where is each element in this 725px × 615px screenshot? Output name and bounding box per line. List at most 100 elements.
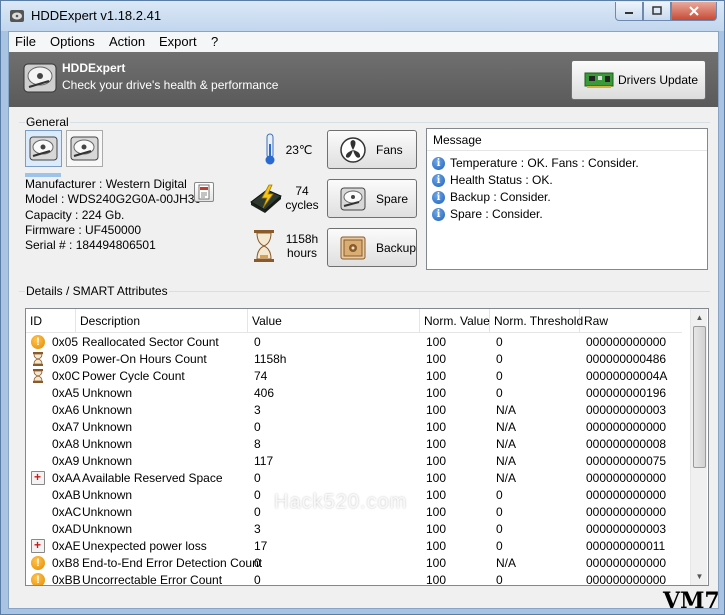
warning-icon: ! <box>31 556 45 570</box>
column-value[interactable]: Value <box>248 309 420 333</box>
fans-button[interactable]: Fans <box>327 130 417 169</box>
cell-norm-value: 100 <box>426 539 447 553</box>
cell-description: Unknown <box>82 437 133 451</box>
table-row[interactable]: ! 0xB8 End-to-End Error Detection Count 0 10… <box>26 555 682 572</box>
table-row[interactable]: 0x09 Power-On Hours Count 1158h 100 0 0000000… <box>26 351 682 368</box>
cell-value: 8 <box>254 437 261 451</box>
cell-norm-threshold: N/A <box>496 437 517 451</box>
spare-button[interactable]: Spare <box>327 179 417 218</box>
table-row[interactable]: 0xA5 Unknown 406 100 0 000000000196 <box>26 385 682 402</box>
minimize-button[interactable] <box>615 2 643 21</box>
menu-action[interactable]: Action <box>109 34 145 49</box>
hours-unit: hours <box>286 246 318 260</box>
title-bar[interactable]: HDDExpert v1.18.2.41 <box>1 1 724 31</box>
vertical-scrollbar[interactable]: ▲ ▼ <box>690 309 707 585</box>
window-title: HDDExpert v1.18.2.41 <box>31 8 162 23</box>
column-norm-threshold[interactable]: Norm. Threshold <box>490 309 583 333</box>
cell-raw: 000000000196 <box>586 386 667 400</box>
table-row[interactable]: 0xAD Unknown 3 100 0 000000000003 <box>26 521 682 538</box>
report-button[interactable] <box>194 182 214 202</box>
header-banner: HDDExpert Check your drive's health & pe… <box>9 52 718 107</box>
cell-norm-value: 100 <box>426 335 447 349</box>
close-icon <box>689 6 699 16</box>
hard-drive-icon <box>70 136 99 161</box>
menu-file[interactable]: File <box>15 34 36 49</box>
table-row[interactable]: 0xA9 Unknown 117 100 N/A 000000000075 <box>26 453 682 470</box>
cell-norm-threshold: N/A <box>496 454 517 468</box>
cell-raw: 000000000000 <box>586 471 667 485</box>
scroll-down-arrow-icon[interactable]: ▼ <box>691 568 708 585</box>
table-row[interactable]: 0xAAAvailable Reserved Space 0 100 N/A 00000… <box>26 470 682 487</box>
cell-norm-threshold: 0 <box>496 369 503 383</box>
cell-value: 0 <box>254 556 261 570</box>
maximize-button[interactable] <box>643 2 671 21</box>
table-row[interactable]: 0xAEUnexpected power loss171000000000000… <box>26 538 682 555</box>
disk-select-1[interactable] <box>25 130 62 167</box>
backup-label: Backup <box>376 241 417 255</box>
first-aid-kit-icon <box>31 470 45 485</box>
drivers-update-button[interactable]: Drivers Update <box>571 60 706 100</box>
message-item[interactable]: i Temperature : OK. Fans : Consider. <box>432 155 639 171</box>
cell-norm-value: 100 <box>426 403 447 417</box>
cell-id: 0xA9 <box>52 454 80 468</box>
table-row[interactable]: ! 0x05 Reallocated Sector Count 0 100 0 000000… <box>26 334 682 351</box>
message-item[interactable]: i Health Status : OK. <box>432 172 553 188</box>
power-cycles-icon <box>250 184 282 213</box>
menu-help[interactable]: ? <box>211 34 218 49</box>
general-group-label: General <box>25 115 70 129</box>
cell-norm-value: 100 <box>426 386 447 400</box>
menu-export[interactable]: Export <box>159 34 197 49</box>
info-icon: i <box>432 173 445 187</box>
column-id[interactable]: ID <box>26 309 76 333</box>
cell-raw: 000000000000 <box>586 573 667 586</box>
general-group-line <box>19 122 710 123</box>
hours-value: 1158h <box>285 232 319 246</box>
column-norm-value[interactable]: Norm. Value <box>420 309 490 333</box>
cell-norm-threshold: N/A <box>496 420 517 434</box>
cell-description: Unknown <box>82 505 133 519</box>
cell-norm-value: 100 <box>426 505 447 519</box>
info-icon: i <box>432 207 445 221</box>
cell-norm-value: 100 <box>426 369 447 383</box>
cell-raw: 000000000000 <box>586 335 667 349</box>
close-button[interactable] <box>671 2 717 21</box>
safe-icon <box>340 236 366 260</box>
warning-icon: ! <box>31 573 45 585</box>
cell-id: 0xA5 <box>52 386 80 400</box>
scroll-thumb[interactable] <box>693 326 706 468</box>
cell-description: Unknown <box>82 454 133 468</box>
cell-value: 0 <box>254 420 261 434</box>
disk-select-2[interactable] <box>66 130 103 167</box>
cell-norm-threshold: N/A <box>496 556 517 570</box>
temperature-value: 23℃ <box>285 143 313 157</box>
hourglass-icon <box>31 352 45 366</box>
cell-norm-value: 100 <box>426 471 447 485</box>
cell-value: 3 <box>254 403 261 417</box>
cell-description: End-to-End Error Detection Count <box>82 556 263 570</box>
cell-raw: 000000000000 <box>586 556 667 570</box>
message-item[interactable]: i Spare : Consider. <box>432 206 543 222</box>
table-row[interactable]: ! 0xBB Uncorrectable Error Count 0 100 0 00000… <box>26 572 682 586</box>
message-list[interactable]: Message i Temperature : OK. Fans : Consi… <box>426 128 708 270</box>
table-row[interactable]: 0x0C Power Cycle Count 74 100 0 00000000004A <box>26 368 682 385</box>
cell-id: 0xAE <box>52 539 81 553</box>
table-row[interactable]: 0xA8 Unknown 8 100 N/A 000000000008 <box>26 436 682 453</box>
column-description[interactable]: Description <box>76 309 248 333</box>
cell-description: Unknown <box>82 386 133 400</box>
cell-description: Power Cycle Count <box>82 369 185 383</box>
cell-id: 0xAD <box>52 522 82 536</box>
message-item[interactable]: i Backup : Consider. <box>432 189 551 205</box>
menu-options[interactable]: Options <box>50 34 95 49</box>
table-row[interactable]: 0xA7 Unknown 0 100 N/A 000000000000 <box>26 419 682 436</box>
warning-icon: ! <box>31 335 45 349</box>
cell-id: 0xA6 <box>52 403 80 417</box>
message-text: Health Status : OK. <box>450 173 553 187</box>
hourglass-icon <box>31 369 45 383</box>
backup-button[interactable]: Backup <box>327 228 417 267</box>
smart-attributes-table[interactable]: ID Description Value Norm. Value Norm. T… <box>25 308 709 586</box>
scroll-up-arrow-icon[interactable]: ▲ <box>691 309 708 326</box>
cell-value: 0 <box>254 471 261 485</box>
column-raw[interactable]: Raw <box>580 309 682 333</box>
cell-value: 1158h <box>254 352 287 366</box>
table-row[interactable]: 0xA6 Unknown 3 100 N/A 000000000003 <box>26 402 682 419</box>
